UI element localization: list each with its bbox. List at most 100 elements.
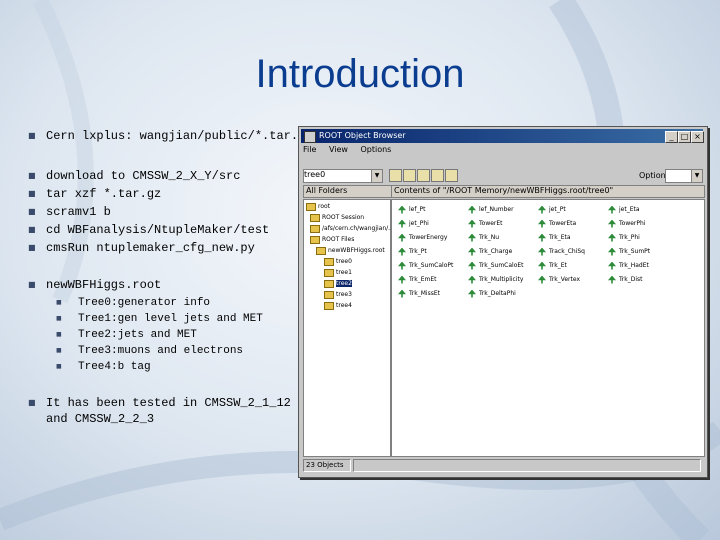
folder-icon: [306, 202, 316, 211]
menu-options[interactable]: Options: [360, 145, 391, 154]
leaf-label: jet_Phi: [409, 220, 429, 227]
leaf-item[interactable]: Trk_Pt: [398, 246, 427, 258]
leaf-item[interactable]: Trk_SumPt: [608, 246, 650, 258]
leaf-item[interactable]: jet_Phi: [398, 218, 429, 230]
large-icons-icon[interactable]: [403, 169, 416, 182]
path-combo[interactable]: tree0 ▼: [303, 169, 383, 183]
path-combo-value: tree0: [304, 170, 326, 179]
leaf-icon: [538, 219, 546, 228]
leaf-label: Trk_Phi: [619, 234, 640, 241]
leaf-item[interactable]: Trk_Charge: [468, 246, 512, 258]
tree-item-label: tree0: [336, 258, 352, 265]
leaf-item[interactable]: Trk_Vertex: [538, 274, 580, 286]
leaf-item[interactable]: Trk_Eta: [538, 232, 571, 244]
leaf-item[interactable]: Trk_SumCaloEt: [468, 260, 524, 272]
slide-title: Introduction: [255, 52, 465, 96]
leaf-item[interactable]: Trk_Phi: [608, 232, 640, 244]
leaf-item[interactable]: Trk_DeltaPhi: [468, 288, 516, 300]
bullet-text: cmsRun ntuplemaker_cfg_new.py: [46, 241, 255, 255]
maximize-icon[interactable]: □: [678, 131, 691, 143]
small-icons-icon[interactable]: [417, 169, 430, 182]
folder-icon: [310, 235, 320, 244]
leaf-item[interactable]: lef_Pt: [398, 204, 425, 216]
leaf-item[interactable]: Track_ChiSq: [538, 246, 585, 258]
tree-item[interactable]: root: [306, 202, 330, 212]
sub-bullet-icon: ■: [56, 299, 62, 306]
tree-item[interactable]: tree3: [324, 290, 352, 300]
leaf-label: TowerEt: [479, 220, 503, 227]
leaf-icon: [468, 275, 476, 284]
sub-bullet-icon: ■: [56, 347, 62, 354]
option-combo[interactable]: ▼: [665, 169, 703, 183]
bullet-text: tar xzf *.tar.gz: [46, 187, 162, 201]
leaf-icon: [398, 233, 406, 242]
tree-item-label: tree4: [336, 302, 352, 309]
leaf-item[interactable]: Trk_SumCaloPt: [398, 260, 453, 272]
leaf-label: Trk_Et: [549, 262, 567, 269]
folder-icon: [324, 279, 334, 288]
leaf-label: TowerEnergy: [409, 234, 448, 241]
contents-header: Contents of "/ROOT Memory/newWBFHiggs.ro…: [391, 185, 705, 198]
folder-icon: [324, 257, 334, 266]
tree-item[interactable]: newWBFHiggs.root: [316, 246, 385, 256]
leaf-icon: [398, 275, 406, 284]
list-view-icon[interactable]: [431, 169, 444, 182]
close-icon[interactable]: ×: [691, 131, 704, 143]
folder-icon: [316, 246, 326, 255]
leaf-item[interactable]: TowerEnergy: [398, 232, 447, 244]
folder-up-icon[interactable]: [389, 169, 402, 182]
menu-view[interactable]: View: [329, 145, 348, 154]
sub-bullet-icon: ■: [56, 331, 62, 338]
tree-item-label: root: [318, 203, 331, 210]
tree-item[interactable]: ROOT Files: [310, 235, 354, 245]
tree-header: All Folders: [303, 185, 393, 198]
leaf-label: Trk_HadEt: [619, 262, 649, 269]
leaf-item[interactable]: Trk_Et: [538, 260, 567, 272]
leaf-item[interactable]: TowerPhi: [608, 218, 645, 230]
leaf-item[interactable]: Trk_MissEt: [398, 288, 440, 300]
sub-bullet-text: Tree2:jets and MET: [78, 329, 197, 341]
tree-item[interactable]: tree0: [324, 257, 352, 267]
leaf-icon: [538, 233, 546, 242]
bullet-icon: ■: [28, 171, 36, 180]
leaf-item[interactable]: TowerEta: [538, 218, 576, 230]
leaf-label: TowerEta: [549, 220, 577, 227]
bullet-icon: ■: [28, 189, 36, 198]
status-bar: 23 Objects: [303, 459, 703, 472]
leaf-icon: [398, 261, 406, 270]
leaf-item[interactable]: jet_Pt: [538, 204, 566, 216]
leaf-label: Track_ChiSq: [549, 248, 585, 255]
tree-item[interactable]: /afs/cern.ch/wangjian/...: [310, 224, 394, 234]
leaf-item[interactable]: Trk_Dist: [608, 274, 643, 286]
leaf-item[interactable]: jet_Eta: [608, 204, 640, 216]
sub-bullet-text: Tree4:b tag: [78, 361, 151, 373]
folder-icon: [324, 290, 334, 299]
leaf-label: jet_Eta: [619, 206, 640, 213]
leaf-item[interactable]: Trk_Nu: [468, 232, 499, 244]
leaf-label: Trk_Nu: [479, 234, 500, 241]
menu-bar: File View Options: [303, 145, 401, 157]
menu-file[interactable]: File: [303, 145, 316, 154]
leaf-icon: [398, 219, 406, 228]
leaf-item[interactable]: lef_Number: [468, 204, 514, 216]
folder-icon: [324, 301, 334, 310]
bullet-text: scramv1 b: [46, 205, 111, 219]
minimize-icon[interactable]: _: [665, 131, 678, 143]
tree-item[interactable]: ROOT Session: [310, 213, 364, 223]
leaf-icon: [398, 289, 406, 298]
chevron-down-icon[interactable]: ▼: [371, 170, 382, 182]
details-view-icon[interactable]: [445, 169, 458, 182]
chevron-down-icon[interactable]: ▼: [691, 170, 702, 182]
leaf-item[interactable]: Trk_Multiplicity: [468, 274, 523, 286]
folder-icon: [324, 268, 334, 277]
tree-item-label: ROOT Session: [322, 214, 365, 221]
sub-bullet-icon: ■: [56, 315, 62, 322]
bullet-text: and CMSSW_2_2_3: [46, 412, 155, 426]
leaf-item[interactable]: Trk_HadEt: [608, 260, 649, 272]
leaf-label: Trk_EmEt: [409, 276, 437, 283]
tree-item[interactable]: tree4: [324, 301, 352, 311]
tree-item[interactable]: tree1: [324, 268, 352, 278]
leaf-item[interactable]: Trk_EmEt: [398, 274, 437, 286]
leaf-item[interactable]: TowerEt: [468, 218, 503, 230]
tree-item[interactable]: tree2: [324, 279, 352, 289]
